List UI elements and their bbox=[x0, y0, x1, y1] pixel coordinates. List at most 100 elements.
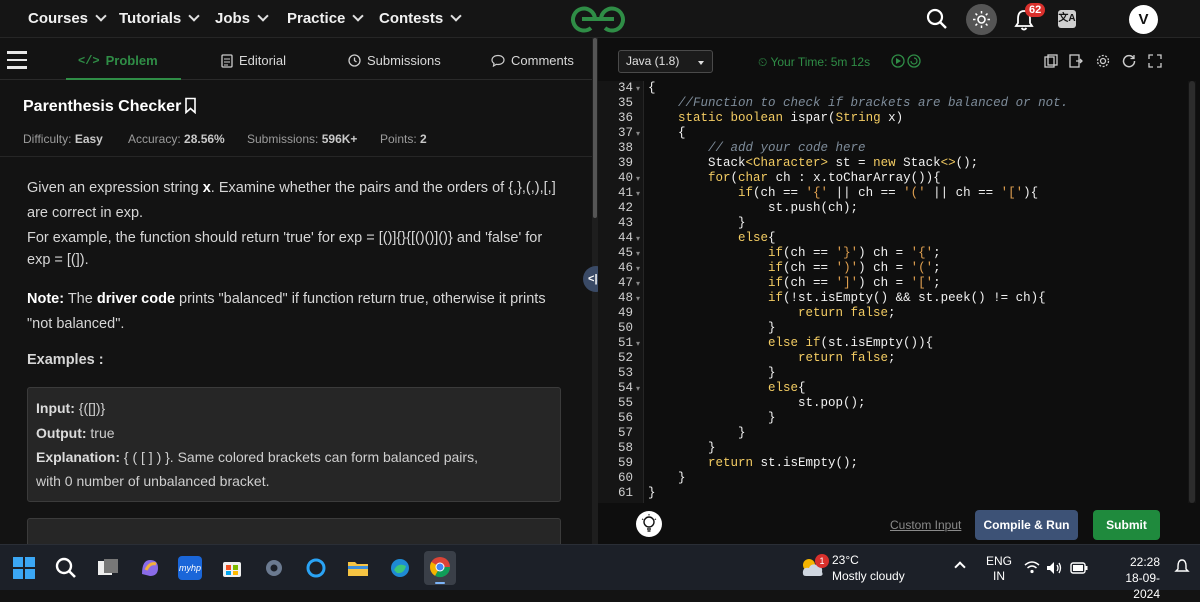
theme-toggle-button[interactable] bbox=[966, 4, 997, 35]
nav-contests-label: Contests bbox=[379, 10, 444, 27]
problem-title: Parenthesis Checker bbox=[23, 97, 197, 116]
clock-icon bbox=[348, 54, 361, 67]
line-number: 50 bbox=[618, 321, 634, 335]
example-explanation-2: with 0 number of unbalanced bracket. bbox=[36, 473, 270, 489]
sun-icon bbox=[973, 11, 990, 28]
upload-icon[interactable] bbox=[1069, 54, 1083, 68]
timer-text: Your Time: 5m 12s bbox=[770, 55, 871, 69]
menu-icon[interactable] bbox=[7, 51, 27, 74]
line-number: 47 bbox=[618, 276, 634, 290]
active-tab-indicator bbox=[66, 78, 181, 80]
compile-run-button[interactable]: Compile & Run bbox=[975, 510, 1078, 540]
fold-chevron-icon[interactable]: ▾ bbox=[636, 84, 640, 93]
tab-problem-label: Problem bbox=[105, 53, 158, 68]
nav-practice-label: Practice bbox=[287, 10, 346, 27]
nav-courses[interactable]: Courses bbox=[28, 10, 107, 27]
chrome-taskbar-active[interactable] bbox=[424, 551, 456, 585]
line-number: 49 bbox=[618, 306, 634, 320]
search-icon[interactable] bbox=[54, 556, 78, 580]
tab-problem[interactable]: </> Problem bbox=[78, 53, 158, 68]
submit-button[interactable]: Submit bbox=[1093, 510, 1160, 540]
example-output: Output: true bbox=[36, 425, 115, 441]
points: Points: 2 bbox=[380, 132, 427, 146]
translate-icon[interactable]: 文A bbox=[1058, 10, 1076, 28]
language-select-value: Java (1.8) bbox=[626, 54, 680, 68]
task-view-icon[interactable] bbox=[96, 556, 120, 580]
tab-comments[interactable]: Comments bbox=[491, 53, 574, 68]
language-code: ENG bbox=[986, 554, 1013, 568]
nav-practice[interactable]: Practice bbox=[287, 10, 365, 27]
volume-icon[interactable] bbox=[1046, 561, 1064, 575]
settings-icon[interactable] bbox=[262, 556, 286, 580]
chevron-up-icon[interactable] bbox=[954, 561, 966, 573]
line-number: 61 bbox=[618, 486, 634, 500]
nav-tutorials-label: Tutorials bbox=[119, 10, 182, 27]
fold-chevron-icon[interactable]: ▾ bbox=[636, 174, 640, 183]
weather-badge: 1 bbox=[815, 554, 829, 568]
fold-chevron-icon[interactable]: ▾ bbox=[636, 249, 640, 258]
fold-chevron-icon[interactable]: ▾ bbox=[636, 384, 640, 393]
fold-chevron-icon[interactable]: ▾ bbox=[636, 234, 640, 243]
copilot-icon[interactable] bbox=[138, 556, 162, 580]
copy-icon[interactable] bbox=[1044, 54, 1058, 68]
description-line-4: exp = [(]). bbox=[27, 252, 89, 268]
reset-icon[interactable] bbox=[1122, 54, 1136, 68]
cortana-icon[interactable] bbox=[304, 556, 328, 580]
line-number: 36 bbox=[618, 111, 634, 125]
document-icon bbox=[221, 53, 233, 68]
fold-chevron-icon[interactable]: ▾ bbox=[636, 264, 640, 273]
notification-bell-icon[interactable] bbox=[1174, 559, 1190, 575]
myhp-icon[interactable]: myhp bbox=[178, 556, 202, 580]
line-number-gutter: 34 ▾ 35 36 37 ▾ 38 39 40 ▾ 41 ▾ 42 43 44 ▾ 45 ▾ 46 ▾ 47 ▾ 48 ▾ 4… bbox=[598, 81, 644, 503]
timer-controls-icon[interactable] bbox=[891, 54, 925, 68]
language-select[interactable]: Java (1.8) bbox=[618, 50, 713, 73]
custom-input-link[interactable]: Custom Input bbox=[890, 518, 961, 532]
notification-badge: 62 bbox=[1025, 3, 1046, 17]
line-number: 52 bbox=[618, 351, 634, 365]
bookmark-icon[interactable] bbox=[184, 97, 197, 115]
store-icon[interactable] bbox=[220, 556, 244, 580]
clock-date: 18-09-2024 bbox=[1125, 571, 1160, 601]
nav-contests[interactable]: Contests bbox=[379, 10, 462, 27]
settings-icon[interactable] bbox=[1096, 54, 1110, 68]
search-icon[interactable] bbox=[926, 8, 948, 30]
line-number: 60 bbox=[618, 471, 634, 485]
fullscreen-icon[interactable] bbox=[1148, 54, 1162, 68]
weather-text[interactable]: Mostly cloudy bbox=[832, 569, 905, 583]
editor-pane: Java (1.8) ⏲ Your Time: 5m 12s 34 ▾ 35 36 37… bbox=[598, 38, 1200, 544]
editor-scrollbar[interactable] bbox=[1188, 81, 1196, 503]
avatar[interactable]: V bbox=[1129, 5, 1158, 34]
file-explorer-icon[interactable] bbox=[346, 556, 370, 580]
chevron-down-icon bbox=[257, 10, 269, 22]
temperature[interactable]: 23°C bbox=[832, 553, 859, 567]
fold-chevron-icon[interactable]: ▾ bbox=[636, 294, 640, 303]
language-indicator[interactable]: ENG IN bbox=[986, 554, 1012, 584]
problem-pane: </> Problem Editorial Submissions Commen… bbox=[0, 38, 592, 558]
example-input: Input: {([])} bbox=[36, 400, 106, 416]
windows-start-icon[interactable] bbox=[12, 556, 36, 580]
nav-tutorials[interactable]: Tutorials bbox=[119, 10, 200, 27]
edge-icon[interactable] bbox=[388, 556, 412, 580]
battery-icon[interactable] bbox=[1070, 562, 1088, 574]
system-clock[interactable]: 22:28 18-09-2024 bbox=[1100, 554, 1160, 602]
wifi-icon[interactable] bbox=[1024, 561, 1040, 574]
tab-editorial[interactable]: Editorial bbox=[221, 53, 286, 68]
nav-jobs[interactable]: Jobs bbox=[215, 10, 269, 27]
line-number: 40 bbox=[618, 171, 634, 185]
timer: ⏲ Your Time: 5m 12s bbox=[758, 55, 871, 69]
tab-submissions-label: Submissions bbox=[367, 53, 441, 68]
clock-time: 22:28 bbox=[1129, 555, 1160, 569]
gfg-logo[interactable] bbox=[568, 4, 628, 34]
tab-editorial-label: Editorial bbox=[239, 53, 286, 68]
comment-icon bbox=[491, 54, 505, 67]
nav-jobs-label: Jobs bbox=[215, 10, 251, 27]
fold-chevron-icon[interactable]: ▾ bbox=[636, 279, 640, 288]
tab-submissions[interactable]: Submissions bbox=[348, 53, 441, 68]
fold-chevron-icon[interactable]: ▾ bbox=[636, 189, 640, 198]
chevron-down-icon bbox=[352, 10, 365, 22]
note-line-1: Note: The driver code prints "balanced" … bbox=[27, 291, 546, 307]
fold-chevron-icon[interactable]: ▾ bbox=[636, 129, 640, 138]
fold-chevron-icon[interactable]: ▾ bbox=[636, 339, 640, 348]
hint-button[interactable] bbox=[636, 511, 662, 537]
line-number: 38 bbox=[618, 141, 634, 155]
